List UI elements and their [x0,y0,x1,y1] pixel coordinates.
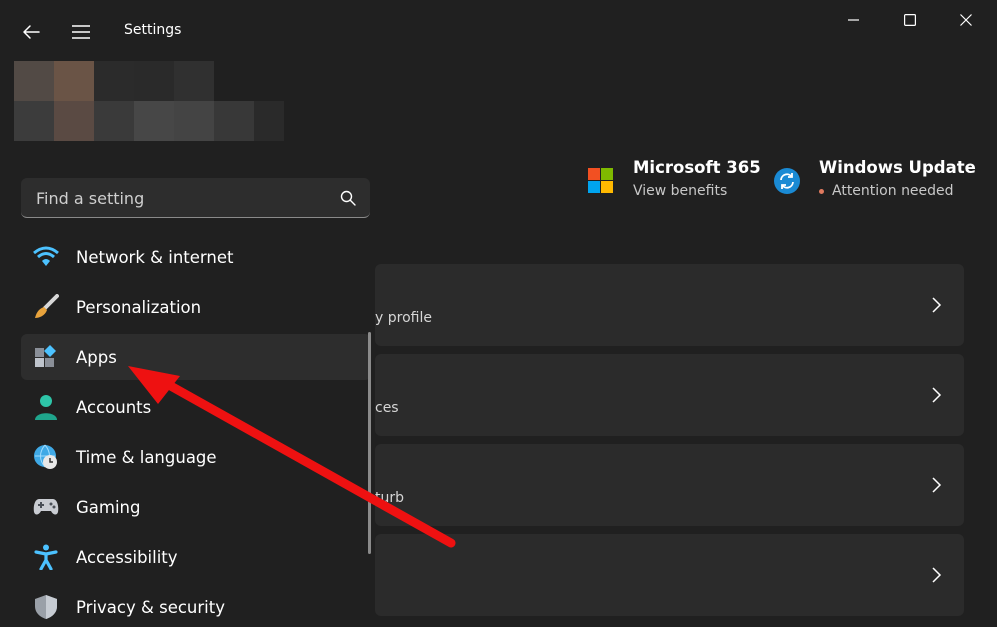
card-subtitle: y profile [375,310,432,326]
promo-subtitle-text: Attention needed [832,183,954,199]
settings-window: Settings Find a setting Network & intern… [0,0,997,627]
sidebar-item-label: Apps [76,347,117,367]
promo-subtitle: View benefits [633,183,728,199]
sidebar-item-apps[interactable]: Apps [21,334,371,380]
sidebar-item-label: Privacy & security [76,597,225,617]
brush-icon [33,294,59,320]
search-input[interactable] [34,186,328,210]
sidebar-item-accessibility[interactable]: Accessibility [21,534,371,580]
chevron-right-icon [932,297,942,313]
app-title: Settings [124,22,182,38]
chevron-right-icon [932,477,942,493]
card-subtitle: ces [375,400,399,416]
accessibility-icon [33,544,59,570]
maximize-button[interactable] [882,0,938,40]
globe-clock-icon [33,444,59,470]
sidebar-item-label: Accounts [76,397,152,417]
back-arrow-icon [23,25,40,39]
settings-card[interactable]: ces [375,354,964,436]
promo-subtitle: Attention needed [819,183,976,199]
shield-icon [33,594,59,620]
back-button[interactable] [14,16,48,48]
windows-update-promo[interactable]: Windows Update Attention needed [774,158,976,210]
sidebar-item-network-internet[interactable]: Network & internet [21,234,371,280]
sync-icon [774,168,800,194]
close-button[interactable] [938,0,994,40]
sidebar-nav: Network & internet Personalization Apps … [21,234,371,627]
person-icon [33,394,59,420]
attention-dot [819,188,824,194]
sidebar-item-label: Gaming [76,497,141,517]
sidebar-item-privacy-security[interactable]: Privacy & security [21,584,371,627]
user-profile-blurred [14,61,284,141]
menu-button[interactable] [64,16,98,48]
sidebar-item-personalization[interactable]: Personalization [21,284,371,330]
sidebar-scrollbar[interactable] [368,332,371,554]
search-icon[interactable] [339,189,357,207]
hamburger-icon [72,25,90,39]
sidebar-item-gaming[interactable]: Gaming [21,484,371,530]
microsoft-365-promo[interactable]: Microsoft 365 View benefits [588,158,761,210]
promo-title: Microsoft 365 [633,158,761,177]
sidebar-item-label: Personalization [76,297,202,317]
minimize-button[interactable] [826,0,882,40]
settings-card[interactable]: y profile [375,264,964,346]
gamepad-icon [33,494,59,520]
sidebar-item-accounts[interactable]: Accounts [21,384,371,430]
search-box[interactable] [21,178,370,218]
sidebar-item-label: Network & internet [76,247,234,267]
title-bar: Settings [0,0,997,62]
apps-icon [33,344,59,370]
chevron-right-icon [932,567,942,583]
chevron-right-icon [932,387,942,403]
promo-title: Windows Update [819,158,976,177]
settings-card[interactable]: turb [375,444,964,526]
close-icon [960,14,972,26]
sidebar-item-label: Accessibility [76,547,178,567]
sidebar-item-time-language[interactable]: Time & language [21,434,371,480]
minimize-icon [848,19,859,21]
maximize-icon [904,14,916,26]
settings-card[interactable] [375,534,964,616]
sidebar-item-label: Time & language [76,447,217,467]
microsoft-logo-icon [588,168,613,193]
wifi-icon [33,244,59,270]
card-subtitle: turb [375,490,405,506]
